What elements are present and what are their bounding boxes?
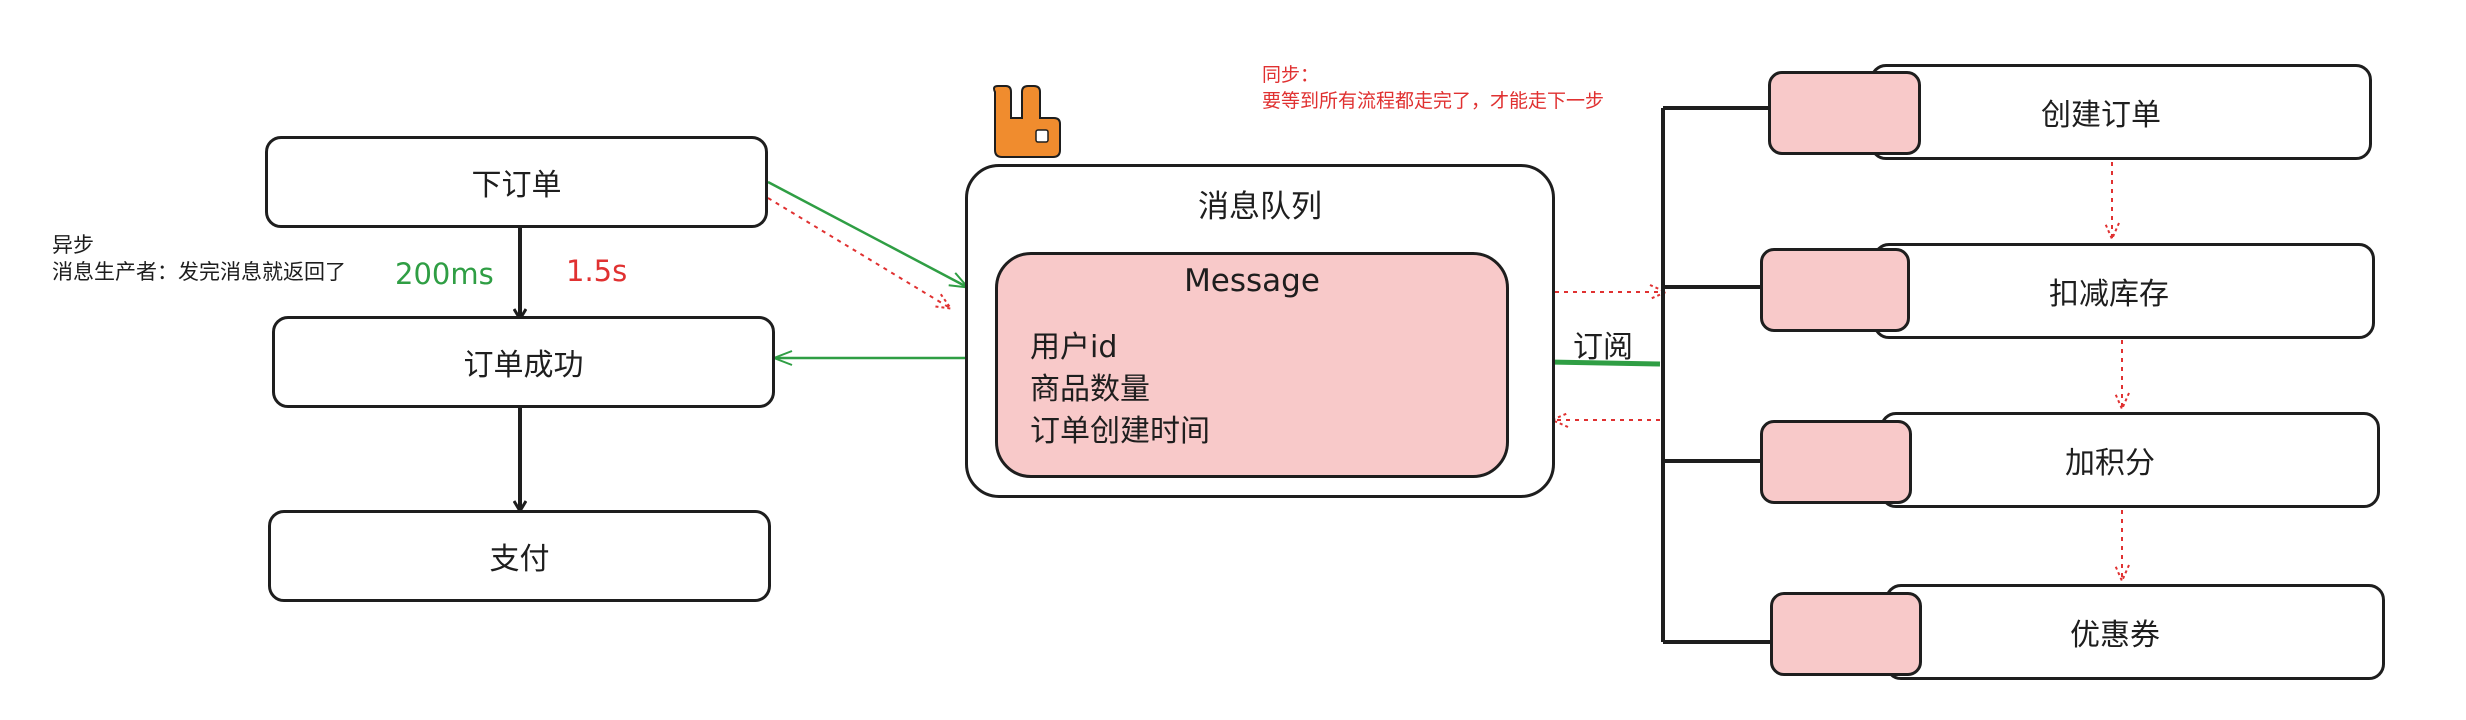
step-coupon-tab xyxy=(1770,592,1922,676)
message-fields: 用户id 商品数量 订单创建时间 xyxy=(1030,327,1210,453)
message-field-created-time: 订单创建时间 xyxy=(1030,414,1210,449)
pay-label: 支付 xyxy=(489,542,550,577)
step-deduct-stock-label: 扣减库存 xyxy=(2049,277,2169,312)
step-add-points: 加积分 xyxy=(1880,412,2380,508)
step-coupon-label: 优惠券 xyxy=(2070,618,2160,653)
subscribe-label: 订阅 xyxy=(1573,330,1633,365)
async-desc: 消息生产者：发完消息就返回了 xyxy=(52,260,346,284)
queue-title: 消息队列 xyxy=(1198,189,1322,225)
step-add-points-label: 加积分 xyxy=(2065,446,2155,481)
step-create-order-tab xyxy=(1768,71,1921,155)
message-field-quantity: 商品数量 xyxy=(1030,372,1150,407)
async-title: 异步 xyxy=(52,233,94,257)
place-order-label: 下订单 xyxy=(471,168,562,203)
step-create-order-label: 创建订单 xyxy=(2041,98,2161,133)
step-deduct-stock-tab xyxy=(1760,248,1910,332)
time-slow-label: 1.5s xyxy=(566,254,628,288)
arrow-order-to-queue-green xyxy=(767,180,971,289)
place-order-box: 下订单 xyxy=(265,136,768,228)
pay-box: 支付 xyxy=(268,510,771,602)
sync-desc: 要等到所有流程都走完了，才能走下一步 xyxy=(1262,90,1605,112)
rabbitmq-icon xyxy=(993,85,1061,158)
step-add-points-tab xyxy=(1760,420,1912,504)
step-coupon: 优惠券 xyxy=(1885,584,2385,680)
step-deduct-stock: 扣减库存 xyxy=(1873,243,2375,339)
sync-note: 同步： 要等到所有流程都走完了，才能走下一步 xyxy=(1262,62,1604,114)
sync-title: 同步： xyxy=(1262,64,1320,86)
order-success-box: 订单成功 xyxy=(272,316,775,408)
time-fast-label: 200ms xyxy=(395,257,494,291)
message-card: Message 用户id 商品数量 订单创建时间 xyxy=(995,252,1509,478)
message-field-user-id: 用户id xyxy=(1030,330,1118,365)
order-success-label: 订单成功 xyxy=(463,348,584,383)
step-create-order: 创建订单 xyxy=(1870,64,2372,160)
arrow-order-to-queue-red xyxy=(767,197,950,308)
message-title: Message xyxy=(1184,263,1320,299)
async-note: 异步 消息生产者：发完消息就返回了 xyxy=(52,232,346,286)
